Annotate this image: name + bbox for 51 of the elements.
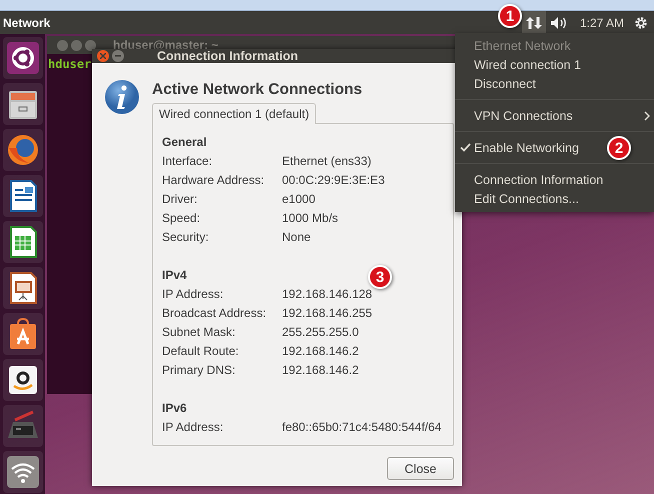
menu-item[interactable]: Connection Information [474,172,604,186]
section-title: IPv4 [162,268,187,282]
close-button[interactable] [97,50,109,62]
clock[interactable]: 1:27 AM [572,16,634,30]
field-label: Security: [162,229,210,246]
field-value: Ethernet (ens33) [282,153,372,170]
section-title: IPv6 [162,401,187,415]
close-icon [100,53,106,59]
connection-tab[interactable]: Wired connection 1 (default) [152,103,316,124]
dialog-heading: Active Network Connections [152,81,364,99]
field-value: 192.168.146.2 [282,343,360,360]
chevron-icon [644,111,650,121]
menu-item[interactable]: VPN Connections [474,108,573,122]
section-title: General [162,135,207,149]
field-value: None [282,229,312,246]
field-label: Interface: [162,153,214,170]
minimize-icon [115,55,121,57]
field-value: 192.168.146.128 [282,286,374,303]
field-value: 255.255.255.0 [282,324,360,341]
wifi-icon[interactable] [4,454,40,490]
menu-item[interactable]: Edit Connections... [474,192,579,206]
field-label: Primary DNS: [162,362,236,379]
field-value: 1000 Mb/s [282,210,340,227]
terminal-prompt: hduser [48,57,92,71]
field-label: Speed: [162,210,202,227]
field-label: IP Address: [162,286,224,303]
app-title: Network [2,16,50,30]
network-icon[interactable] [526,16,542,30]
field-value: e1000 [282,191,316,208]
menu-item[interactable]: Disconnect [474,76,536,90]
field-value: 192.168.146.255 [282,305,374,322]
minimize-button[interactable] [112,50,124,62]
field-label: Broadcast Address: [162,305,268,322]
settings-icon[interactable] [634,16,648,30]
volume-icon[interactable] [550,16,568,30]
window-title: Connection Information [157,49,298,63]
field-label: Subnet Mask: [162,324,236,341]
field-label: Default Route: [162,343,240,360]
window-title: hduser@master: ~ [113,38,218,52]
circle-logo-icon[interactable] [4,40,40,76]
field-value: 192.168.146.2 [282,362,360,379]
menu-item[interactable]: Enable Networking [474,140,579,154]
info-icon [104,79,140,115]
menu-item[interactable]: Wired connection 1 [474,58,582,72]
close-button[interactable]: Close [387,457,454,480]
field-label: IP Address: [162,419,224,436]
field-value: fe80::65b0:71c4:5480:544f/64 [282,419,442,436]
field-value: 00:0C:29:9E:3E:E3 [282,172,386,189]
menu-item: Ethernet Network [474,38,571,52]
field-label: Driver: [162,191,198,208]
field-label: Hardware Address: [162,172,266,189]
